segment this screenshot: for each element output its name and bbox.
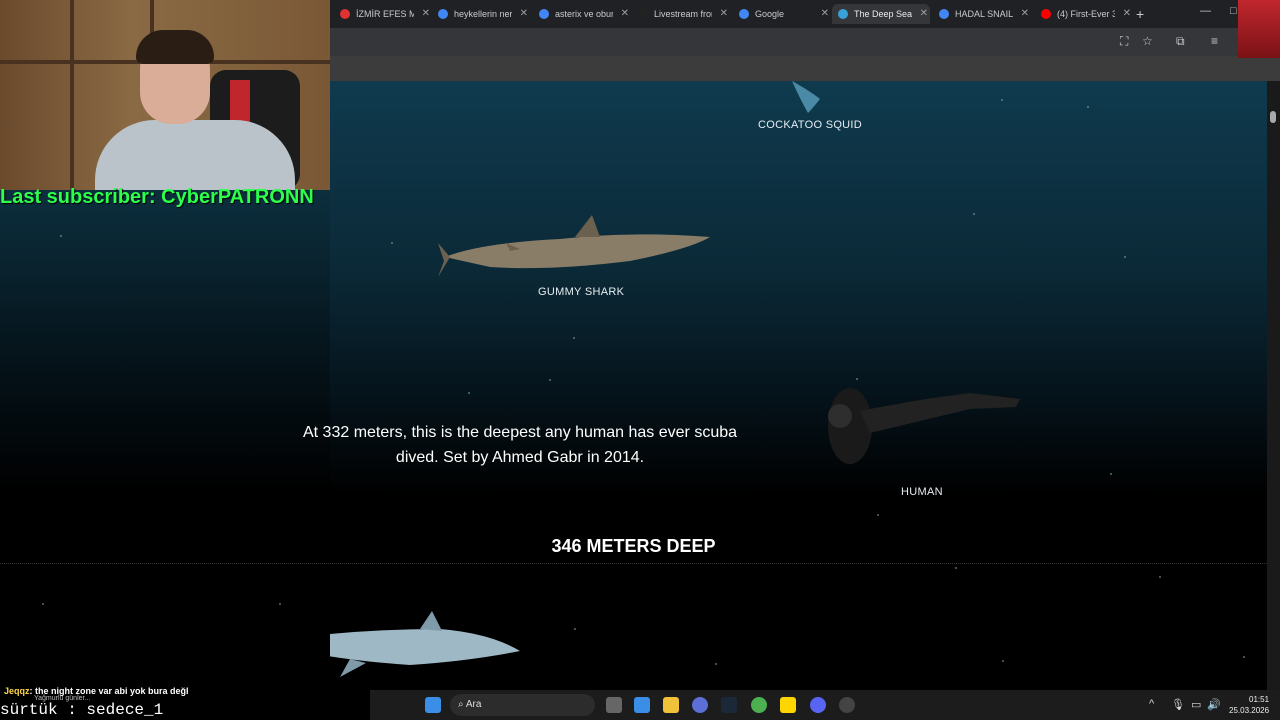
bookmarks-bar	[330, 56, 1280, 81]
tab-hadal-snail[interactable]: HADAL SNAIL ✕	[933, 4, 1031, 24]
depth-divider	[0, 563, 1267, 564]
creature-label-human: HUMAN	[901, 486, 943, 498]
chat-message: Jeqqz: the night zone var abi yok bura d…	[4, 686, 189, 696]
tab-title: (4) First-Ever 3D	[1057, 9, 1115, 19]
human-diver-image	[828, 388, 1020, 464]
chevron-up-icon[interactable]: ^	[1149, 698, 1154, 710]
tab-title: İZMİR EFES MÜ	[356, 9, 414, 19]
scrollbar-thumb[interactable]	[1270, 111, 1276, 123]
tab-asterix[interactable]: asterix ve obur ✕	[533, 4, 631, 24]
sozluk-overlay: sürtük : sedece_1	[0, 701, 164, 719]
tab-favicon-icon	[1041, 9, 1051, 19]
task-view-icon[interactable]	[606, 697, 622, 713]
depth-marker: 346 METERS DEEP	[551, 536, 716, 556]
page-background-left	[0, 190, 330, 690]
creature-layer	[330, 81, 1020, 677]
tab-favicon-icon	[539, 9, 549, 19]
creature-label-gummy-shark: GUMMY SHARK	[538, 286, 625, 298]
last-subscriber-text: Last subscriber: CyberPATRONN	[0, 186, 314, 208]
tab-close-icon[interactable]: ✕	[720, 4, 728, 24]
reading-list-icon[interactable]: ≡	[1211, 34, 1218, 48]
calculator-icon[interactable]	[634, 697, 650, 713]
extensions-icon[interactable]: ⧉	[1176, 34, 1185, 49]
clock-time: 01:51	[1249, 695, 1270, 704]
gummy-shark-image	[438, 215, 710, 277]
tab-title: Google	[755, 9, 785, 19]
search-icon: ⌕	[458, 699, 464, 710]
taskbar-clock[interactable]: 01:51 25.03.2026	[1229, 694, 1269, 716]
new-tab-button[interactable]: +	[1136, 4, 1156, 24]
minimize-icon[interactable]: —	[1200, 5, 1211, 17]
chrome-icon[interactable]	[751, 697, 767, 713]
blue-shark-image	[330, 611, 520, 677]
tab-close-icon[interactable]: ✕	[1021, 4, 1029, 24]
tab-first-ever[interactable]: (4) First-Ever 3D ✕	[1035, 4, 1133, 24]
chat-username: Jeqqz	[4, 686, 30, 696]
tab-close-icon[interactable]: ✕	[1123, 4, 1131, 24]
tab-google[interactable]: Google ✕	[733, 4, 831, 24]
tab-title: Livestream from	[654, 9, 712, 19]
tab-heykellerin[interactable]: heykellerin nerede ✕	[432, 4, 530, 24]
tab-favicon-icon	[838, 9, 848, 19]
microphone-icon[interactable]: 🎙	[1171, 698, 1185, 711]
app-icon[interactable]	[692, 697, 708, 713]
tab-favicon-icon	[638, 9, 648, 19]
taskbar-search[interactable]: ⌕ Ara	[450, 694, 595, 716]
translate-icon[interactable]: ⛶	[1120, 34, 1128, 49]
search-placeholder: Ara	[465, 699, 482, 710]
tab-favicon-icon	[739, 9, 749, 19]
volume-icon[interactable]: 🔊	[1207, 698, 1221, 711]
cockatoo-squid-image	[792, 81, 820, 113]
settings-gear-icon[interactable]	[839, 697, 855, 713]
tab-favicon-icon	[939, 9, 949, 19]
windows-start-icon[interactable]	[425, 697, 441, 713]
browser-tab-strip: İZMİR EFES MÜ ✕ heykellerin nerede ✕ aster…	[330, 0, 1280, 28]
tab-favicon-icon	[438, 9, 448, 19]
tab-title: asterix ve obur	[555, 9, 613, 19]
tab-izmir-efes[interactable]: İZMİR EFES MÜ ✕	[334, 4, 432, 24]
tab-close-icon[interactable]: ✕	[920, 4, 928, 24]
tab-title: The Deep Sea	[854, 9, 912, 19]
discord-icon[interactable]	[810, 697, 826, 713]
tab-the-deep-sea[interactable]: The Deep Sea ✕	[832, 4, 930, 24]
deep-sea-page[interactable]: COCKATOO SQUID GUMMY SHARK HUMAN	[330, 81, 1267, 690]
steam-icon[interactable]	[721, 697, 737, 713]
browser-toolbar: ⛶ ☆ ⧉ ≡	[330, 28, 1280, 56]
webcam-feed	[0, 0, 330, 190]
tab-close-icon[interactable]: ✕	[422, 4, 430, 24]
sticky-notes-icon[interactable]	[780, 697, 796, 713]
streamer-overlay-image	[1238, 0, 1280, 58]
tab-livestream[interactable]: Livestream from ✕	[632, 4, 730, 24]
tab-title: heykellerin nerede	[454, 9, 512, 19]
depth-fact-text: At 332 meters, this is the deepest any h…	[302, 424, 738, 466]
tab-favicon-icon	[340, 9, 350, 19]
file-explorer-icon[interactable]	[663, 697, 679, 713]
clock-date: 25.03.2026	[1229, 706, 1270, 715]
bookmark-star-icon[interactable]: ☆	[1142, 34, 1153, 48]
maximize-icon[interactable]: □	[1230, 5, 1237, 17]
tab-close-icon[interactable]: ✕	[621, 4, 629, 24]
tab-close-icon[interactable]: ✕	[520, 4, 528, 24]
page-scrollbar[interactable]	[1267, 81, 1280, 690]
tab-close-icon[interactable]: ✕	[821, 4, 829, 24]
network-icon[interactable]: ▭	[1191, 698, 1201, 711]
creature-label-cockatoo-squid: COCKATOO SQUID	[758, 119, 863, 131]
tab-title: HADAL SNAIL	[955, 9, 1013, 19]
